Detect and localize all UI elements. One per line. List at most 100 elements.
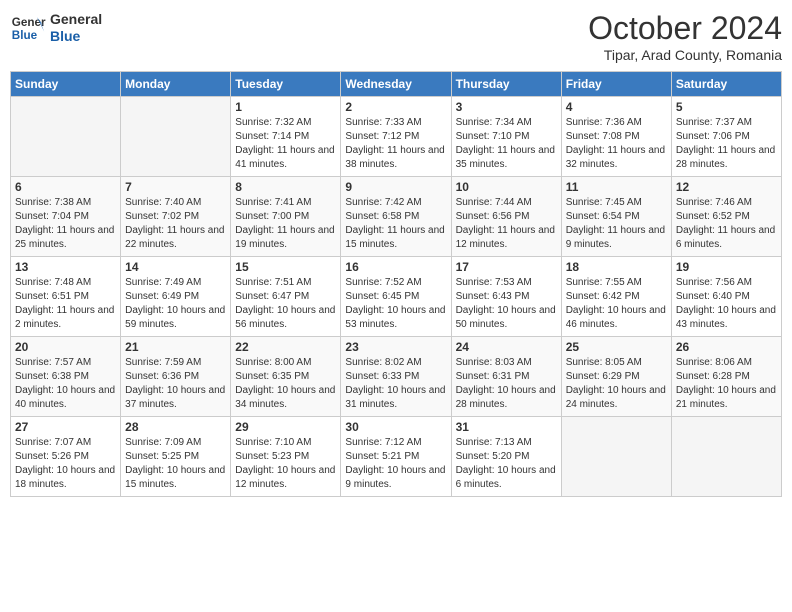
col-header-sunday: Sunday: [11, 72, 121, 97]
day-number: 14: [125, 260, 226, 274]
day-number: 13: [15, 260, 116, 274]
day-info: Sunrise: 7:10 AMSunset: 5:23 PMDaylight:…: [235, 436, 336, 492]
calendar-week-4: 20 Sunrise: 7:57 AMSunset: 6:38 PMDayligh…: [11, 337, 782, 417]
day-info: Sunrise: 7:49 AMSunset: 6:49 PMDaylight:…: [125, 276, 226, 332]
day-info: Sunrise: 7:53 AMSunset: 6:43 PMDaylight:…: [456, 276, 557, 332]
day-info: Sunrise: 7:59 AMSunset: 6:36 PMDaylight:…: [125, 356, 226, 412]
calendar-cell: 23 Sunrise: 8:02 AMSunset: 6:33 PMDayligh…: [341, 337, 451, 417]
calendar-cell: 27Sunrise: 7:07 AMSunset: 5:26 PMDayligh…: [11, 417, 121, 497]
calendar-cell: 20 Sunrise: 7:57 AMSunset: 6:38 PMDayligh…: [11, 337, 121, 417]
day-number: 10: [456, 180, 557, 194]
calendar-cell: 28 Sunrise: 7:09 AMSunset: 5:25 PMDayligh…: [121, 417, 231, 497]
title-area: October 2024 Tipar, Arad County, Romania: [588, 10, 782, 63]
day-info: Sunrise: 8:00 AMSunset: 6:35 PMDaylight:…: [235, 356, 336, 412]
calendar-cell: 31 Sunrise: 7:13 AMSunset: 5:20 PMDayligh…: [451, 417, 561, 497]
calendar-cell: 30 Sunrise: 7:12 AMSunset: 5:21 PMDayligh…: [341, 417, 451, 497]
calendar-cell: 2 Sunrise: 7:33 AMSunset: 7:12 PMDaylight…: [341, 97, 451, 177]
day-info: Sunrise: 7:33 AMSunset: 7:12 PMDaylight:…: [345, 116, 446, 172]
calendar-cell: 9Sunrise: 7:42 AMSunset: 6:58 PMDaylight…: [341, 177, 451, 257]
day-number: 6: [15, 180, 116, 194]
day-info: Sunrise: 7:12 AMSunset: 5:21 PMDaylight:…: [345, 436, 446, 492]
day-number: 30: [345, 420, 446, 434]
calendar-week-1: 1 Sunrise: 7:32 AMSunset: 7:14 PMDaylight…: [11, 97, 782, 177]
calendar-cell: 17 Sunrise: 7:53 AMSunset: 6:43 PMDayligh…: [451, 257, 561, 337]
calendar-cell: 21Sunrise: 7:59 AMSunset: 6:36 PMDayligh…: [121, 337, 231, 417]
day-number: 16: [345, 260, 446, 274]
day-info: Sunrise: 7:38 AMSunset: 7:04 PMDaylight:…: [15, 196, 116, 252]
day-number: 29: [235, 420, 336, 434]
day-number: 31: [456, 420, 557, 434]
calendar-cell: 26 Sunrise: 8:06 AMSunset: 6:28 PMDayligh…: [671, 337, 781, 417]
day-info: Sunrise: 7:46 AMSunset: 6:52 PMDaylight:…: [676, 196, 777, 252]
day-number: 5: [676, 100, 777, 114]
day-number: 25: [566, 340, 667, 354]
calendar-cell: [561, 417, 671, 497]
calendar-cell: [121, 97, 231, 177]
day-number: 15: [235, 260, 336, 274]
page-header: General Blue GeneralBlue October 2024 Ti…: [10, 10, 782, 63]
col-header-thursday: Thursday: [451, 72, 561, 97]
col-header-wednesday: Wednesday: [341, 72, 451, 97]
day-info: Sunrise: 7:56 AMSunset: 6:40 PMDaylight:…: [676, 276, 777, 332]
day-info: Sunrise: 7:52 AMSunset: 6:45 PMDaylight:…: [345, 276, 446, 332]
col-header-friday: Friday: [561, 72, 671, 97]
day-number: 1: [235, 100, 336, 114]
day-number: 12: [676, 180, 777, 194]
day-info: Sunrise: 8:06 AMSunset: 6:28 PMDaylight:…: [676, 356, 777, 412]
calendar-table: SundayMondayTuesdayWednesdayThursdayFrid…: [10, 71, 782, 497]
day-number: 8: [235, 180, 336, 194]
day-info: Sunrise: 8:02 AMSunset: 6:33 PMDaylight:…: [345, 356, 446, 412]
day-info: Sunrise: 8:05 AMSunset: 6:29 PMDaylight:…: [566, 356, 667, 412]
day-number: 3: [456, 100, 557, 114]
col-header-saturday: Saturday: [671, 72, 781, 97]
day-number: 18: [566, 260, 667, 274]
calendar-cell: 7 Sunrise: 7:40 AMSunset: 7:02 PMDaylight…: [121, 177, 231, 257]
day-number: 11: [566, 180, 667, 194]
calendar-cell: 18 Sunrise: 7:55 AMSunset: 6:42 PMDayligh…: [561, 257, 671, 337]
day-number: 23: [345, 340, 446, 354]
header-row: SundayMondayTuesdayWednesdayThursdayFrid…: [11, 72, 782, 97]
location: Tipar, Arad County, Romania: [588, 47, 782, 63]
day-info: Sunrise: 7:09 AMSunset: 5:25 PMDaylight:…: [125, 436, 226, 492]
calendar-cell: 5 Sunrise: 7:37 AMSunset: 7:06 PMDaylight…: [671, 97, 781, 177]
calendar-cell: 3 Sunrise: 7:34 AMSunset: 7:10 PMDaylight…: [451, 97, 561, 177]
day-info: Sunrise: 7:57 AMSunset: 6:38 PMDaylight:…: [15, 356, 116, 412]
calendar-cell: 12 Sunrise: 7:46 AMSunset: 6:52 PMDayligh…: [671, 177, 781, 257]
day-info: Sunrise: 7:48 AMSunset: 6:51 PMDaylight:…: [15, 276, 116, 332]
calendar-cell: 8Sunrise: 7:41 AMSunset: 7:00 PMDaylight…: [231, 177, 341, 257]
day-number: 17: [456, 260, 557, 274]
day-number: 4: [566, 100, 667, 114]
logo-text: GeneralBlue: [50, 11, 102, 45]
calendar-cell: 10Sunrise: 7:44 AMSunset: 6:56 PMDayligh…: [451, 177, 561, 257]
day-number: 28: [125, 420, 226, 434]
calendar-cell: 24Sunrise: 8:03 AMSunset: 6:31 PMDayligh…: [451, 337, 561, 417]
day-info: Sunrise: 7:32 AMSunset: 7:14 PMDaylight:…: [235, 116, 336, 172]
day-info: Sunrise: 7:07 AMSunset: 5:26 PMDaylight:…: [15, 436, 116, 492]
calendar-cell: 25 Sunrise: 8:05 AMSunset: 6:29 PMDayligh…: [561, 337, 671, 417]
calendar-cell: 11Sunrise: 7:45 AMSunset: 6:54 PMDayligh…: [561, 177, 671, 257]
calendar-cell: 19Sunrise: 7:56 AMSunset: 6:40 PMDayligh…: [671, 257, 781, 337]
day-number: 26: [676, 340, 777, 354]
day-number: 9: [345, 180, 446, 194]
calendar-cell: 29 Sunrise: 7:10 AMSunset: 5:23 PMDayligh…: [231, 417, 341, 497]
calendar-cell: 4 Sunrise: 7:36 AMSunset: 7:08 PMDaylight…: [561, 97, 671, 177]
day-number: 20: [15, 340, 116, 354]
day-info: Sunrise: 7:36 AMSunset: 7:08 PMDaylight:…: [566, 116, 667, 172]
day-number: 7: [125, 180, 226, 194]
month-title: October 2024: [588, 10, 782, 47]
day-info: Sunrise: 7:13 AMSunset: 5:20 PMDaylight:…: [456, 436, 557, 492]
day-info: Sunrise: 7:40 AMSunset: 7:02 PMDaylight:…: [125, 196, 226, 252]
calendar-cell: 16 Sunrise: 7:52 AMSunset: 6:45 PMDayligh…: [341, 257, 451, 337]
day-number: 22: [235, 340, 336, 354]
day-info: Sunrise: 7:34 AMSunset: 7:10 PMDaylight:…: [456, 116, 557, 172]
calendar-cell: 15Sunrise: 7:51 AMSunset: 6:47 PMDayligh…: [231, 257, 341, 337]
calendar-cell: 13 Sunrise: 7:48 AMSunset: 6:51 PMDayligh…: [11, 257, 121, 337]
day-info: Sunrise: 8:03 AMSunset: 6:31 PMDaylight:…: [456, 356, 557, 412]
day-info: Sunrise: 7:37 AMSunset: 7:06 PMDaylight:…: [676, 116, 777, 172]
calendar-cell: 22 Sunrise: 8:00 AMSunset: 6:35 PMDayligh…: [231, 337, 341, 417]
col-header-tuesday: Tuesday: [231, 72, 341, 97]
calendar-cell: 14 Sunrise: 7:49 AMSunset: 6:49 PMDayligh…: [121, 257, 231, 337]
day-number: 2: [345, 100, 446, 114]
day-info: Sunrise: 7:55 AMSunset: 6:42 PMDaylight:…: [566, 276, 667, 332]
calendar-week-3: 13 Sunrise: 7:48 AMSunset: 6:51 PMDayligh…: [11, 257, 782, 337]
